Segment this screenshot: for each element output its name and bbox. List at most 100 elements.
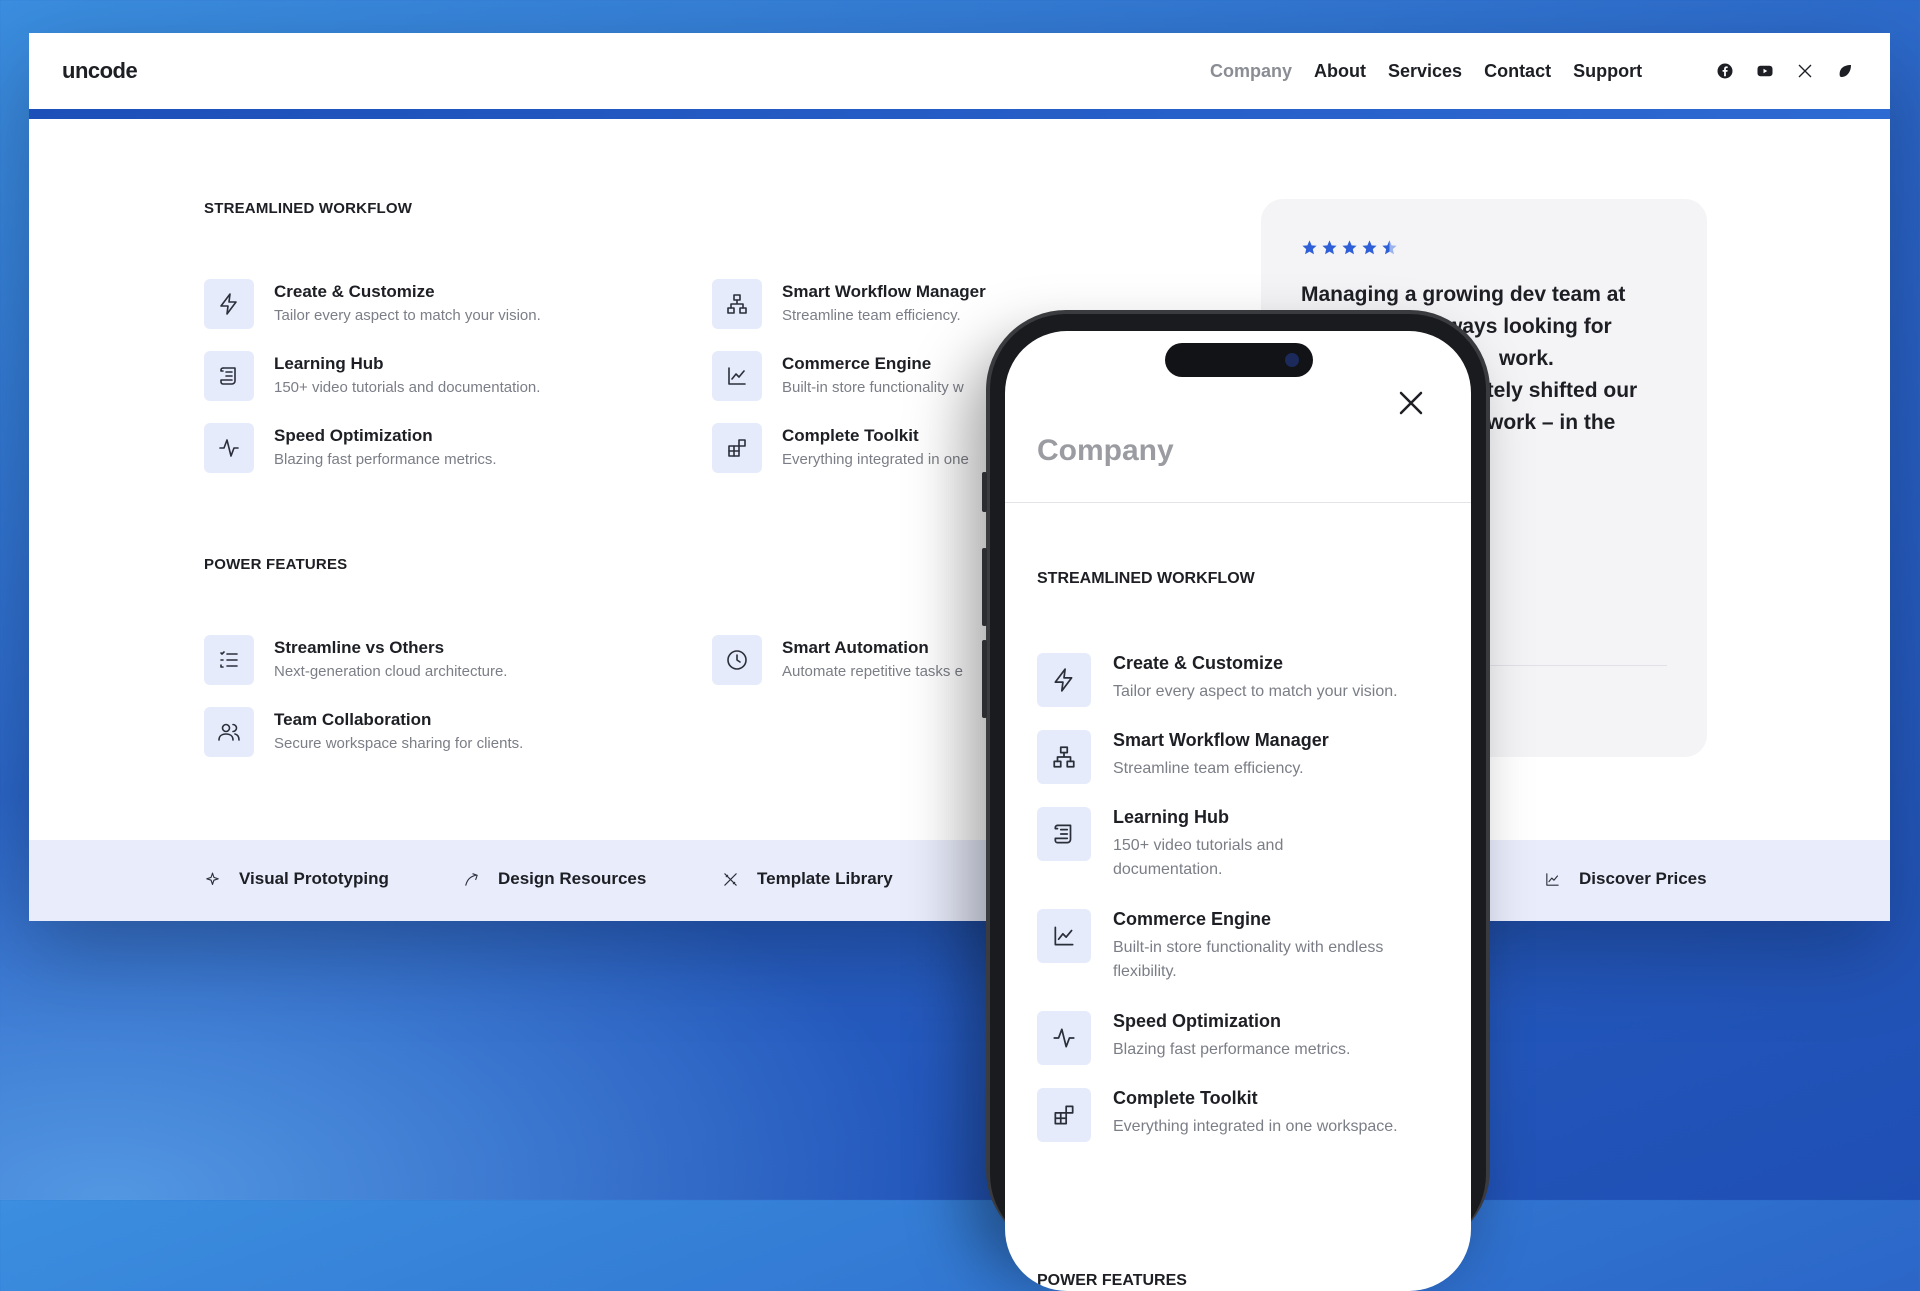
feature-title: Team Collaboration	[274, 710, 432, 729]
feature-title: Complete Toolkit	[1113, 1088, 1258, 1108]
footer-design-resources[interactable]: Design Resources	[463, 869, 646, 889]
nav-services[interactable]: Services	[1388, 61, 1462, 82]
footer-links: Visual Prototyping Design Resources Temp…	[29, 840, 1890, 921]
hierarchy-icon	[727, 294, 747, 314]
scroll-icon	[1054, 824, 1072, 844]
feature-title: Smart Automation	[782, 638, 929, 657]
lightning-icon	[220, 293, 237, 315]
feature-learning-hub[interactable]: Learning Hub 150+ video tutorials and doc…	[204, 351, 540, 401]
accent-bar	[29, 109, 1890, 119]
footer-label: Design Resources	[498, 869, 647, 888]
feature-title: Create & Customize	[1113, 653, 1284, 673]
feature-desc: Next-generation cloud architecture.	[274, 663, 508, 680]
feature-desc: Built-in store functionality w	[782, 379, 964, 396]
dynamic-island	[1165, 343, 1313, 377]
users-icon	[218, 723, 240, 741]
chart-line-icon	[728, 367, 746, 385]
mobile-section-label: STREAMLINED WORKFLOW	[1037, 570, 1255, 587]
section-label-power: POWER FEATURES	[204, 556, 348, 573]
feature-complete-toolkit[interactable]: Complete Toolkit Everything integrated in…	[712, 423, 969, 473]
feature-desc: Streamline team efficiency.	[782, 307, 961, 324]
star-icon	[1322, 240, 1337, 255]
feature-title: Smart Workflow Manager	[782, 282, 986, 301]
phone-screen: Company STREAMLINED WORKFLOW Create & Cu…	[1005, 331, 1471, 1291]
mobile-feature-speed-optimization[interactable]: Speed Optimization Blazing fast performan…	[1037, 1011, 1443, 1065]
close-icon	[1399, 391, 1423, 415]
hierarchy-icon	[1053, 746, 1075, 768]
close-button[interactable]	[1397, 389, 1425, 417]
mobile-feature-commerce-engine[interactable]: Commerce Engine Built-in store functional…	[1037, 909, 1433, 984]
mobile-feature-create-customize[interactable]: Create & Customize Tailor every aspect to…	[1037, 653, 1443, 707]
pulse-icon	[1053, 1028, 1075, 1048]
section-label-workflow: STREAMLINED WORKFLOW	[204, 200, 413, 217]
scroll-icon	[220, 367, 236, 385]
feature-desc: Streamline team efficiency.	[1113, 760, 1304, 777]
quote-line: Managing a growing dev team at	[1301, 283, 1626, 306]
tools-icon	[724, 872, 737, 886]
feature-desc: 150+ video tutorials and documentation.	[274, 379, 541, 396]
mobile-feature-smart-workflow[interactable]: Smart Workflow Manager Streamline team ef…	[1037, 730, 1443, 784]
sparkle-icon	[206, 872, 219, 885]
nav-about[interactable]: About	[1314, 61, 1366, 82]
feature-title: Streamline vs Others	[274, 638, 445, 657]
footer-template-library[interactable]: Template Library	[722, 869, 893, 889]
feature-smart-workflow[interactable]: Smart Workflow Manager Streamline team ef…	[712, 279, 986, 329]
camera-icon	[1285, 353, 1299, 367]
footer-label: Discover Prices	[1579, 869, 1707, 888]
phone-side-button	[982, 548, 987, 626]
leaf-icon[interactable]	[1836, 62, 1854, 80]
feature-desc: Tailor every aspect to match your vision…	[274, 307, 541, 324]
footer-label: Template Library	[757, 869, 893, 888]
star-rating	[1301, 239, 1398, 256]
feature-title: Commerce Engine	[782, 354, 932, 373]
logo[interactable]: uncode	[62, 58, 138, 84]
feature-smart-automation[interactable]: Smart Automation Automate repetitive task…	[712, 635, 963, 685]
feature-desc: Blazing fast performance metrics.	[1113, 1041, 1351, 1058]
star-half-icon	[1382, 240, 1397, 255]
facebook-icon[interactable]	[1716, 62, 1734, 80]
feature-desc: 150+ video tutorials and documentation.	[1113, 837, 1284, 878]
feature-streamline-vs-others[interactable]: Streamline vs Others Next-generation clou…	[204, 635, 507, 685]
social-links	[1716, 62, 1854, 80]
mobile-section-label-power: POWER FEATURES	[1037, 1272, 1187, 1289]
feature-team-collaboration[interactable]: Team Collaboration Secure workspace shari…	[204, 707, 523, 757]
nav-contact[interactable]: Contact	[1484, 61, 1551, 82]
mobile-feature-learning-hub[interactable]: Learning Hub 150+ video tutorials and doc…	[1037, 807, 1313, 882]
divider	[1005, 502, 1471, 503]
nav-company[interactable]: Company	[1210, 61, 1292, 82]
x-icon[interactable]	[1796, 62, 1814, 80]
main-nav: Company About Services Contact Support	[1210, 61, 1642, 82]
feature-title: Learning Hub	[1113, 807, 1229, 827]
feature-desc: Automate repetitive tasks e	[782, 663, 963, 680]
blocks-icon	[1054, 1105, 1074, 1125]
footer-label: Visual Prototyping	[239, 869, 389, 888]
feature-commerce-engine[interactable]: Commerce Engine Built-in store functional…	[712, 351, 964, 401]
list-icon	[220, 651, 238, 668]
feature-speed-optimization[interactable]: Speed Optimization Blazing fast performan…	[204, 423, 497, 473]
youtube-icon[interactable]	[1756, 62, 1774, 80]
star-icon	[1362, 240, 1377, 255]
footer-discover-prices[interactable]: Discover Prices	[1544, 869, 1707, 889]
feature-title: Smart Workflow Manager	[1113, 730, 1329, 750]
star-icon	[1342, 240, 1357, 255]
chart-icon	[1546, 872, 1559, 886]
mobile-feature-complete-toolkit[interactable]: Complete Toolkit Everything integrated in…	[1037, 1088, 1443, 1142]
star-icon	[1302, 240, 1317, 255]
blocks-icon	[728, 439, 746, 457]
footer-visual-prototyping[interactable]: Visual Prototyping	[204, 869, 389, 889]
feature-title: Speed Optimization	[1113, 1011, 1282, 1031]
feature-desc: Blazing fast performance metrics.	[274, 451, 497, 468]
feature-title: Complete Toolkit	[782, 426, 919, 445]
pen-curve-icon	[465, 872, 478, 886]
phone-mockup: Company STREAMLINED WORKFLOW Create & Cu…	[982, 310, 1490, 1291]
desktop-window: uncode Company About Services Contact Su…	[29, 33, 1890, 921]
chart-line-icon	[1054, 926, 1074, 946]
feature-desc: Built-in store functionality with endles…	[1113, 939, 1384, 980]
feature-desc: Everything integrated in one workspace.	[1113, 1118, 1398, 1135]
phone-side-button	[982, 472, 987, 512]
top-navigation: uncode Company About Services Contact Su…	[29, 33, 1890, 110]
feature-desc: Everything integrated in one	[782, 451, 969, 468]
feature-create-customize[interactable]: Create & Customize Tailor every aspect to…	[204, 279, 541, 329]
nav-support[interactable]: Support	[1573, 61, 1642, 82]
pulse-icon	[219, 439, 239, 457]
